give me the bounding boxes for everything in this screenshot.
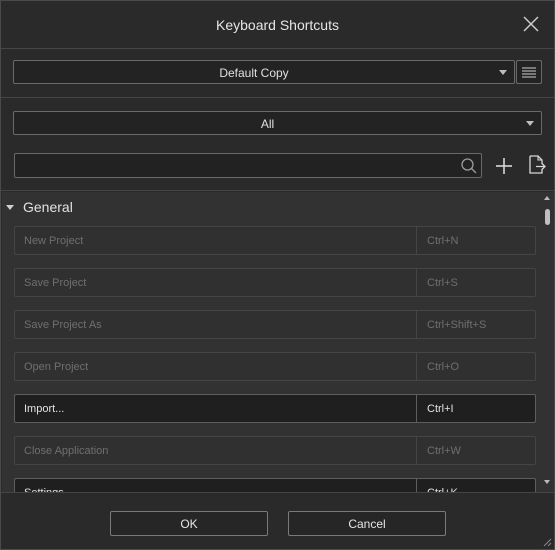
shortcut-row[interactable]: Save Project Ctrl+S	[14, 268, 536, 297]
shortcut-key[interactable]: Ctrl+S	[416, 268, 536, 297]
shortcut-key[interactable]: Ctrl+W	[416, 436, 536, 465]
shortcut-key[interactable]: Ctrl+K	[416, 478, 536, 492]
shortcut-row[interactable]: New Project Ctrl+N	[14, 226, 536, 255]
shortcut-row[interactable]: Open Project Ctrl+O	[14, 352, 536, 381]
add-shortcut-button[interactable]	[494, 156, 514, 176]
filter-dropdown[interactable]: All	[13, 111, 542, 135]
shortcut-key[interactable]: Ctrl+Shift+S	[416, 310, 536, 339]
preset-menu-button[interactable]	[516, 60, 542, 84]
scroll-down-arrow[interactable]	[544, 480, 550, 484]
ok-button[interactable]: OK	[110, 511, 268, 536]
close-icon	[523, 16, 539, 32]
export-file-icon	[529, 155, 546, 174]
shortcut-row[interactable]: Close Application Ctrl+W	[14, 436, 536, 465]
plus-icon	[496, 158, 512, 174]
shortcut-row-selected[interactable]: Import... Ctrl+I	[14, 394, 536, 423]
search-icon	[461, 158, 477, 174]
title-bar: Keyboard Shortcuts	[1, 1, 554, 49]
dialog-title: Keyboard Shortcuts	[216, 17, 339, 33]
shortcut-name[interactable]: Import...	[14, 394, 416, 423]
chevron-down-icon	[499, 70, 507, 75]
dialog-footer: OK Cancel	[1, 493, 554, 549]
shortcut-key[interactable]: Ctrl+O	[416, 352, 536, 381]
shortcut-name[interactable]: Open Project	[14, 352, 416, 381]
scrollbar-thumb[interactable]	[545, 209, 550, 225]
keyboard-shortcuts-dialog: Keyboard Shortcuts Default Copy All Gene…	[0, 0, 555, 550]
search-input[interactable]	[19, 156, 453, 176]
shortcut-key[interactable]: Ctrl+N	[416, 226, 536, 255]
chevron-down-icon	[526, 121, 534, 126]
section-divider	[1, 97, 554, 98]
resize-grip-icon[interactable]	[542, 537, 552, 547]
close-button[interactable]	[520, 13, 542, 35]
group-label: General	[23, 199, 73, 215]
preset-dropdown[interactable]: Default Copy	[13, 60, 515, 84]
title-divider	[1, 48, 554, 49]
shortcut-row[interactable]: Settings Ctrl+K	[14, 478, 536, 492]
export-button[interactable]	[528, 155, 546, 175]
collapse-triangle-icon	[6, 205, 14, 210]
shortcut-name[interactable]: Settings	[14, 478, 416, 492]
shortcut-name[interactable]: Save Project As	[14, 310, 416, 339]
shortcut-name[interactable]: New Project	[14, 226, 416, 255]
list-divider	[1, 190, 554, 191]
shortcut-name[interactable]: Save Project	[14, 268, 416, 297]
preset-selected-value: Default Copy	[219, 66, 289, 80]
scroll-up-arrow[interactable]	[544, 196, 550, 200]
cancel-button[interactable]: Cancel	[288, 511, 446, 536]
shortcut-row[interactable]: Save Project As Ctrl+Shift+S	[14, 310, 536, 339]
group-header-general[interactable]: General	[2, 198, 542, 218]
shortcut-name[interactable]: Close Application	[14, 436, 416, 465]
shortcut-list: General New Project Ctrl+N Save Project …	[2, 192, 554, 492]
shortcut-key[interactable]: Ctrl+I	[416, 394, 536, 423]
filter-selected-value: All	[260, 117, 275, 131]
search-field[interactable]	[14, 153, 482, 178]
hamburger-menu-icon	[522, 67, 536, 78]
